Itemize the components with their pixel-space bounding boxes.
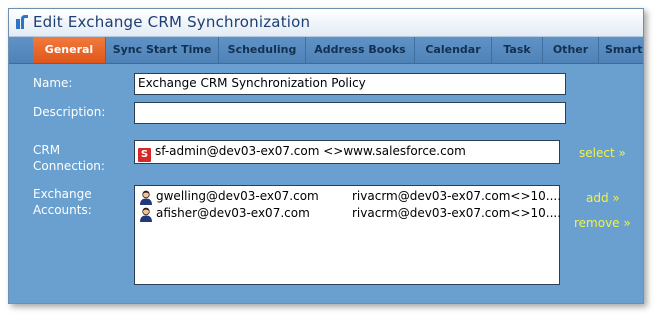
salesforce-icon: S xyxy=(138,148,151,162)
exchange-label-line1: Exchange xyxy=(33,187,92,201)
exchange-label-line2: Accounts: xyxy=(33,203,92,217)
tab-bar: General Sync Start Time Scheduling Addre… xyxy=(9,37,643,64)
crm-label-line1: CRM xyxy=(33,143,61,157)
crm-connection-value: sf-admin@dev03-ex07.com <>www.salesforce… xyxy=(155,144,466,158)
add-link[interactable]: add » xyxy=(586,191,620,205)
account-crm: rivacrm@dev03-ex07.com<>10.... xyxy=(352,206,562,220)
exchange-accounts-label: Exchange Accounts: xyxy=(33,186,92,218)
tab-address-books[interactable]: Address Books xyxy=(306,37,415,63)
tab-task[interactable]: Task xyxy=(492,37,543,63)
window-title: Edit Exchange CRM Synchronization xyxy=(33,13,311,31)
crm-connection-label: CRM Connection: xyxy=(33,142,105,174)
dialog-window: Edit Exchange CRM Synchronization Genera… xyxy=(8,8,644,304)
tab-general[interactable]: General xyxy=(33,37,106,63)
tab-calendar[interactable]: Calendar xyxy=(415,37,492,63)
description-field[interactable] xyxy=(134,102,566,124)
crm-connection-field[interactable]: Ssf-admin@dev03-ex07.com <>www.salesforc… xyxy=(134,140,560,164)
account-email: gwelling@dev03-ex07.com xyxy=(156,189,319,203)
app-logo-icon xyxy=(16,15,28,29)
tab-smart[interactable]: Smart xyxy=(599,37,643,63)
exchange-accounts-list[interactable]: gwelling@dev03-ex07.com rivacrm@dev03-ex… xyxy=(134,185,561,285)
tab-other[interactable]: Other xyxy=(543,37,599,63)
account-crm: rivacrm@dev03-ex07.com<>10.... xyxy=(352,189,562,203)
name-label: Name: xyxy=(33,76,73,90)
title-bar: Edit Exchange CRM Synchronization xyxy=(9,9,643,37)
crm-label-line2: Connection: xyxy=(33,159,105,173)
remove-link[interactable]: remove » xyxy=(574,216,631,230)
tab-sync-start-time[interactable]: Sync Start Time xyxy=(106,37,219,63)
tab-scheduling[interactable]: Scheduling xyxy=(219,37,306,63)
user-icon xyxy=(140,207,152,222)
user-icon xyxy=(140,190,152,205)
account-email: afisher@dev03-ex07.com xyxy=(156,206,310,220)
list-item[interactable]: afisher@dev03-ex07.com rivacrm@dev03-ex0… xyxy=(139,206,561,223)
name-field[interactable]: Exchange CRM Synchronization Policy xyxy=(134,73,566,95)
select-link[interactable]: select » xyxy=(579,146,626,160)
list-item[interactable]: gwelling@dev03-ex07.com rivacrm@dev03-ex… xyxy=(139,189,561,206)
description-label: Description: xyxy=(33,105,106,119)
